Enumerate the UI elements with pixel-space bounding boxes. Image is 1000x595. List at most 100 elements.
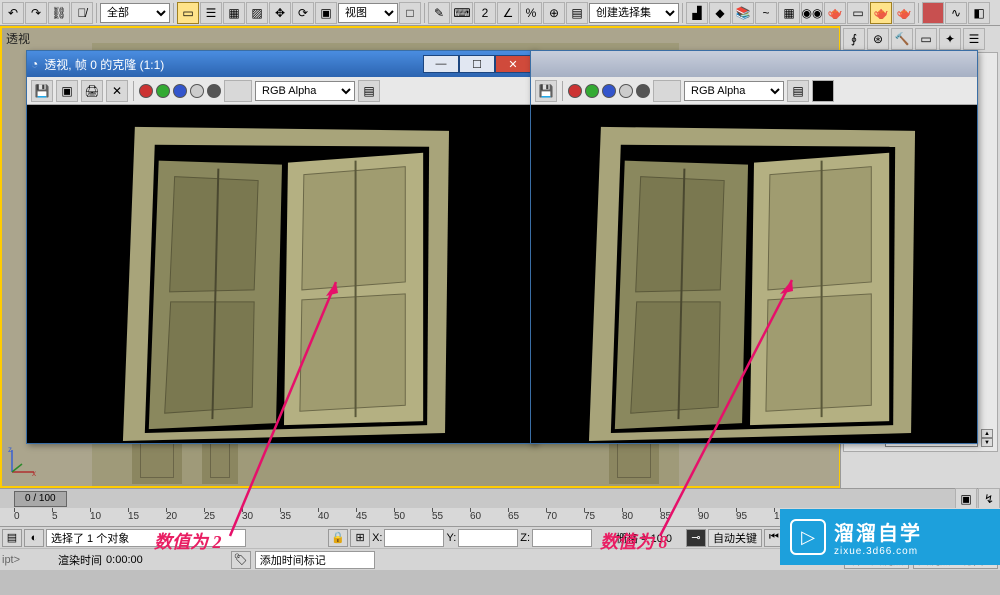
channel-selector[interactable]: RGB Alpha: [255, 81, 355, 101]
render-window-left[interactable]: ◔ 透视, 帧 0 的克隆 (1:1) — ☐ ✕ 💾 ▣ 🖨 ✕ RGB Al…: [26, 50, 536, 444]
curve-editor-icon[interactable]: ~: [755, 2, 777, 24]
mini-listener-icon[interactable]: ▤: [2, 529, 22, 547]
rp-ribbon-icon[interactable]: ∮: [843, 28, 865, 50]
small-tool-icon-2[interactable]: ◧: [968, 2, 990, 24]
region-rect-icon[interactable]: ▦: [223, 2, 245, 24]
small-tool-icon[interactable]: ∿: [945, 2, 967, 24]
material-editor-icon[interactable]: ◉◉: [801, 2, 823, 24]
transform-typein-mode-icon[interactable]: ⊞: [350, 529, 370, 547]
auto-key-button[interactable]: 自动关键: [708, 529, 762, 547]
spinner-snap-icon[interactable]: ⊕: [543, 2, 565, 24]
rotate-tool[interactable]: ⟳: [292, 2, 314, 24]
rendered-door-scene: [27, 105, 535, 443]
mirror-button[interactable]: ▟: [686, 2, 708, 24]
render-frame-window-icon[interactable]: ▭: [847, 2, 869, 24]
x-coord-field[interactable]: [384, 529, 444, 547]
rp-display-icon[interactable]: ▭: [915, 28, 937, 50]
time-slider-thumb[interactable]: 0 / 100: [14, 491, 67, 507]
mono-channel-icon[interactable]: [636, 84, 650, 98]
render-button[interactable]: 🫖: [870, 2, 892, 24]
track-key-icon[interactable]: ↯: [978, 488, 1000, 510]
watermark-logo-icon: ▷: [790, 519, 826, 555]
save-image-icon[interactable]: 💾: [31, 80, 53, 102]
rp-utility-icon[interactable]: ✦: [939, 28, 961, 50]
selection-filter-combo[interactable]: 全部: [100, 3, 170, 23]
main-toolbar: ↶ ↷ ⛓ ⛓̸ 全部 ▭ ☰ ▦ ▨ ✥ ⟳ ▣ 视图 □ ✎ ⌨ 2 ∠ %…: [0, 0, 1000, 26]
render-frame: [531, 105, 977, 443]
channel-selector[interactable]: RGB Alpha: [684, 81, 784, 101]
save-image-icon[interactable]: 💾: [535, 80, 557, 102]
ref-coord-combo[interactable]: 视图: [338, 3, 398, 23]
manipulate-icon[interactable]: ✎: [428, 2, 450, 24]
width2-spinner-buttons[interactable]: ▲▼: [981, 429, 993, 447]
lock-selection-icon[interactable]: 🔒: [328, 529, 348, 547]
add-time-tag-field[interactable]: 添加时间标记: [255, 551, 375, 569]
percent-snap-icon[interactable]: %: [520, 2, 542, 24]
z-coord-field[interactable]: [532, 529, 592, 547]
blue-channel-icon[interactable]: [602, 84, 616, 98]
alpha-channel-icon[interactable]: [190, 84, 204, 98]
move-tool[interactable]: ✥: [269, 2, 291, 24]
select-tool[interactable]: ▭: [177, 2, 199, 24]
edit-named-sel-icon[interactable]: ▤: [566, 2, 588, 24]
use-center-icon[interactable]: □: [399, 2, 421, 24]
green-channel-icon[interactable]: [156, 84, 170, 98]
ruler-tick: 80: [622, 511, 633, 522]
y-coord-field[interactable]: [458, 529, 518, 547]
print-icon[interactable]: 🖨: [81, 80, 103, 102]
ruler-tick: 0: [14, 511, 20, 522]
clear-icon[interactable]: ✕: [106, 80, 128, 102]
render-setup-icon[interactable]: 🫖: [824, 2, 846, 24]
keyboard-icon[interactable]: ⌨: [451, 2, 473, 24]
toggle-overlay-icon[interactable]: ▤: [358, 80, 380, 102]
angle-snap-icon[interactable]: ∠: [497, 2, 519, 24]
green-channel-icon[interactable]: [585, 84, 599, 98]
snap-2d-icon[interactable]: 2: [474, 2, 496, 24]
swatch-gray-icon[interactable]: [224, 80, 252, 102]
red-icon[interactable]: [922, 2, 944, 24]
time-slider-track[interactable]: 0 / 100 ▣ ↯: [0, 488, 1000, 508]
undo-button[interactable]: ↶: [2, 2, 24, 24]
minimize-button[interactable]: —: [423, 55, 459, 73]
rp-hammer-icon[interactable]: 🔨: [891, 28, 913, 50]
quick-render-icon[interactable]: 🫖: [893, 2, 915, 24]
window-crossing-icon[interactable]: ▨: [246, 2, 268, 24]
toggle-overlay-icon[interactable]: ▤: [787, 80, 809, 102]
named-selection-combo[interactable]: 创建选择集: [589, 3, 679, 23]
toggle-icon[interactable]: ◐: [24, 529, 44, 547]
swatch-gray-icon[interactable]: [653, 80, 681, 102]
alpha-channel-icon[interactable]: [619, 84, 633, 98]
render-window-right[interactable]: 💾 RGB Alpha ▤: [530, 50, 978, 444]
close-button[interactable]: ✕: [495, 55, 531, 73]
rp-more-icon[interactable]: ☰: [963, 28, 985, 50]
maximize-button[interactable]: ☐: [459, 55, 495, 73]
redo-button[interactable]: ↷: [25, 2, 47, 24]
layers-button[interactable]: 📚: [732, 2, 754, 24]
key-small-icon[interactable]: ⊸: [686, 529, 706, 547]
align-button[interactable]: ◆: [709, 2, 731, 24]
render-frame: [27, 105, 535, 443]
time-tag-icon[interactable]: 🏷: [231, 551, 251, 569]
ruler-tick: 10: [90, 511, 101, 522]
mono-channel-icon[interactable]: [207, 84, 221, 98]
blue-channel-icon[interactable]: [173, 84, 187, 98]
select-name-button[interactable]: ☰: [200, 2, 222, 24]
render-toolbar: 💾 RGB Alpha ▤: [531, 77, 977, 105]
link-button[interactable]: ⛓: [48, 2, 70, 24]
track-zoom-icon[interactable]: ▣: [955, 488, 977, 510]
render-titlebar[interactable]: ◔ 透视, 帧 0 的克隆 (1:1) — ☐ ✕: [27, 51, 535, 77]
svg-text:x: x: [32, 469, 36, 476]
red-channel-icon[interactable]: [139, 84, 153, 98]
unlink-button[interactable]: ⛓̸: [71, 2, 93, 24]
render-titlebar[interactable]: [531, 51, 977, 77]
red-channel-icon[interactable]: [568, 84, 582, 98]
ruler-tick: 25: [204, 511, 215, 522]
schematic-icon[interactable]: ▦: [778, 2, 800, 24]
clone-icon[interactable]: ▣: [56, 80, 78, 102]
annotation-right-text: 数值为 8: [600, 528, 668, 554]
render-app-icon: ◔: [31, 57, 38, 71]
black-swatch-icon[interactable]: [812, 80, 834, 102]
ruler-tick: 30: [242, 511, 253, 522]
rp-satellite-icon[interactable]: ⊛: [867, 28, 889, 50]
scale-tool[interactable]: ▣: [315, 2, 337, 24]
